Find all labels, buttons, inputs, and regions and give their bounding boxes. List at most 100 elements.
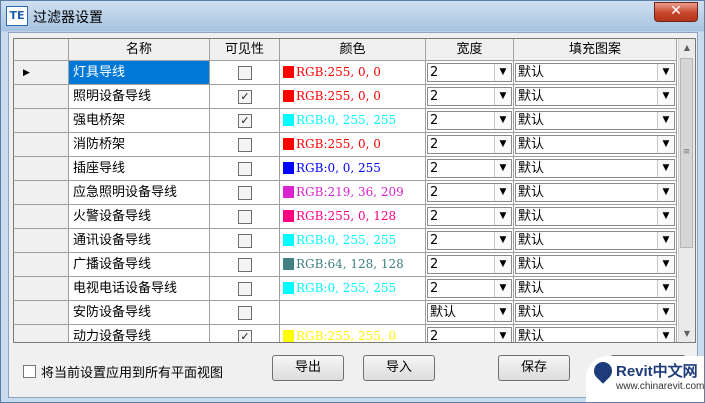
color-cell[interactable]: RGB:0, 255, 255	[280, 109, 426, 133]
column-header-color[interactable]: 颜色	[280, 39, 426, 61]
table-row[interactable]: 动力设备导线 ✓ RGB:255, 255, 0 2 ▼ 默认 ▼	[14, 325, 677, 342]
width-dropdown[interactable]: 2 ▼	[427, 279, 512, 298]
filter-name-cell[interactable]: 动力设备导线	[69, 325, 210, 342]
visibility-checkbox[interactable]	[238, 234, 252, 248]
export-button[interactable]: 导出	[272, 355, 344, 381]
filter-name-cell[interactable]: 安防设备导线	[69, 301, 210, 325]
visibility-checkbox[interactable]	[238, 258, 252, 272]
visibility-checkbox[interactable]	[238, 66, 252, 80]
width-dropdown[interactable]: 2 ▼	[427, 255, 512, 274]
apply-all-views-checkbox[interactable]	[23, 365, 36, 378]
row-header[interactable]	[14, 109, 69, 133]
filter-name-cell[interactable]: 消防桥架	[69, 133, 210, 157]
chevron-down-icon[interactable]: ▼	[657, 304, 674, 321]
color-cell[interactable]: RGB:0, 0, 255	[280, 157, 426, 181]
table-row[interactable]: 插座导线 RGB:0, 0, 255 2 ▼ 默认 ▼	[14, 157, 677, 181]
chevron-down-icon[interactable]: ▼	[494, 88, 511, 105]
row-header[interactable]	[14, 181, 69, 205]
chevron-down-icon[interactable]: ▼	[657, 184, 674, 201]
pattern-dropdown[interactable]: 默认 ▼	[515, 111, 675, 130]
table-row[interactable]: 通讯设备导线 RGB:0, 255, 255 2 ▼ 默认 ▼	[14, 229, 677, 253]
scroll-up-icon[interactable]: ▲	[679, 39, 695, 56]
save-button[interactable]: 保存	[498, 355, 570, 381]
table-row[interactable]: 安防设备导线 默认 ▼ 默认 ▼	[14, 301, 677, 325]
visibility-checkbox[interactable]: ✓	[238, 114, 252, 128]
visibility-checkbox[interactable]	[238, 186, 252, 200]
visibility-checkbox[interactable]: ✓	[238, 90, 252, 104]
width-dropdown[interactable]: 2 ▼	[427, 231, 512, 250]
chevron-down-icon[interactable]: ▼	[657, 136, 674, 153]
chevron-down-icon[interactable]: ▼	[494, 64, 511, 81]
chevron-down-icon[interactable]: ▼	[657, 208, 674, 225]
title-bar[interactable]: TE 过滤器设置 ✕	[1, 1, 704, 31]
chevron-down-icon[interactable]: ▼	[494, 328, 511, 342]
chevron-down-icon[interactable]: ▼	[494, 208, 511, 225]
row-header[interactable]	[14, 229, 69, 253]
table-row[interactable]: ▶ 灯具导线 RGB:255, 0, 0 2 ▼ 默认 ▼	[14, 61, 677, 85]
chevron-down-icon[interactable]: ▼	[494, 136, 511, 153]
pattern-dropdown[interactable]: 默认 ▼	[515, 303, 675, 322]
color-cell[interactable]: RGB:0, 255, 255	[280, 277, 426, 301]
pattern-dropdown[interactable]: 默认 ▼	[515, 255, 675, 274]
row-header[interactable]	[14, 133, 69, 157]
pattern-dropdown[interactable]: 默认 ▼	[515, 87, 675, 106]
color-cell[interactable]: RGB:255, 0, 0	[280, 61, 426, 85]
row-header[interactable]	[14, 85, 69, 109]
row-header[interactable]	[14, 157, 69, 181]
table-row[interactable]: 火警设备导线 RGB:255, 0, 128 2 ▼ 默认 ▼	[14, 205, 677, 229]
visibility-checkbox[interactable]: ✓	[238, 330, 252, 342]
visibility-checkbox[interactable]	[238, 138, 252, 152]
width-dropdown[interactable]: 2 ▼	[427, 111, 512, 130]
chevron-down-icon[interactable]: ▼	[494, 256, 511, 273]
pattern-dropdown[interactable]: 默认 ▼	[515, 159, 675, 178]
column-header-width[interactable]: 宽度	[426, 39, 514, 61]
width-dropdown[interactable]: 2 ▼	[427, 183, 512, 202]
vertical-scrollbar[interactable]: ▲ ≡ ▼	[678, 39, 695, 342]
filter-name-cell[interactable]: 强电桥架	[69, 109, 210, 133]
filter-name-cell[interactable]: 广播设备导线	[69, 253, 210, 277]
color-cell[interactable]: RGB:255, 0, 0	[280, 133, 426, 157]
visibility-checkbox[interactable]	[238, 306, 252, 320]
import-button[interactable]: 导入	[363, 355, 435, 381]
row-header[interactable]	[14, 325, 69, 342]
filter-name-cell[interactable]: 通讯设备导线	[69, 229, 210, 253]
table-row[interactable]: 电视电话设备导线 RGB:0, 255, 255 2 ▼ 默认 ▼	[14, 277, 677, 301]
table-row[interactable]: 消防桥架 RGB:255, 0, 0 2 ▼ 默认 ▼	[14, 133, 677, 157]
scroll-thumb[interactable]: ≡	[680, 58, 693, 248]
color-cell[interactable]: RGB:0, 255, 255	[280, 229, 426, 253]
chevron-down-icon[interactable]: ▼	[657, 256, 674, 273]
column-header-name[interactable]: 名称	[69, 39, 210, 61]
width-dropdown[interactable]: 默认 ▼	[427, 303, 512, 322]
color-cell[interactable]: RGB:255, 0, 0	[280, 85, 426, 109]
width-dropdown[interactable]: 2 ▼	[427, 63, 512, 82]
pattern-dropdown[interactable]: 默认 ▼	[515, 327, 675, 342]
width-dropdown[interactable]: 2 ▼	[427, 159, 512, 178]
width-dropdown[interactable]: 2 ▼	[427, 207, 512, 226]
width-dropdown[interactable]: 2 ▼	[427, 327, 512, 342]
pattern-dropdown[interactable]: 默认 ▼	[515, 63, 675, 82]
chevron-down-icon[interactable]: ▼	[494, 232, 511, 249]
table-row[interactable]: 广播设备导线 RGB:64, 128, 128 2 ▼ 默认 ▼	[14, 253, 677, 277]
chevron-down-icon[interactable]: ▼	[657, 64, 674, 81]
width-dropdown[interactable]: 2 ▼	[427, 135, 512, 154]
filter-name-cell[interactable]: 火警设备导线	[69, 205, 210, 229]
filter-name-cell[interactable]: 电视电话设备导线	[69, 277, 210, 301]
chevron-down-icon[interactable]: ▼	[494, 112, 511, 129]
close-button[interactable]: ✕	[654, 2, 698, 22]
column-header-visible[interactable]: 可见性	[210, 39, 280, 61]
chevron-down-icon[interactable]: ▼	[494, 184, 511, 201]
chevron-down-icon[interactable]: ▼	[494, 304, 511, 321]
table-row[interactable]: 强电桥架 ✓ RGB:0, 255, 255 2 ▼ 默认 ▼	[14, 109, 677, 133]
pattern-dropdown[interactable]: 默认 ▼	[515, 135, 675, 154]
scroll-down-icon[interactable]: ▼	[679, 325, 695, 342]
filter-name-cell[interactable]: 应急照明设备导线	[69, 181, 210, 205]
chevron-down-icon[interactable]: ▼	[657, 112, 674, 129]
filter-name-cell[interactable]: 灯具导线	[69, 61, 210, 85]
width-dropdown[interactable]: 2 ▼	[427, 87, 512, 106]
color-cell[interactable]	[280, 301, 426, 325]
chevron-down-icon[interactable]: ▼	[657, 328, 674, 342]
row-header[interactable]	[14, 205, 69, 229]
visibility-checkbox[interactable]	[238, 210, 252, 224]
visibility-checkbox[interactable]	[238, 162, 252, 176]
row-header[interactable]	[14, 253, 69, 277]
